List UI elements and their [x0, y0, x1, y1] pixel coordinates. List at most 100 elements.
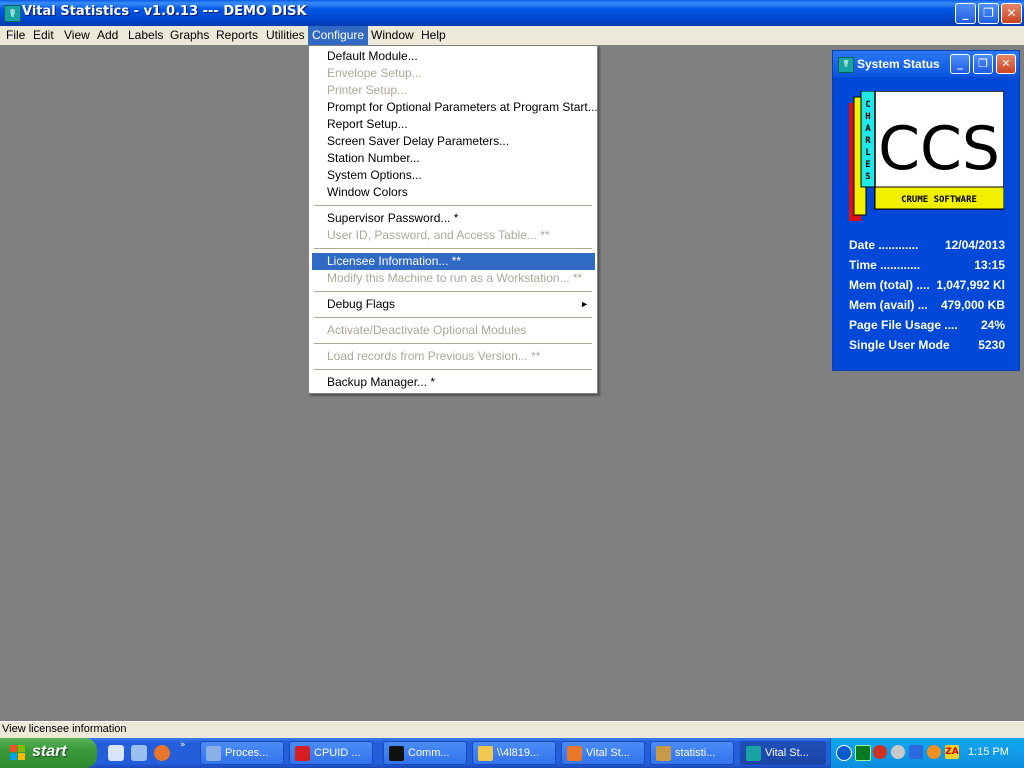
stat-label: Single User Mode [849, 338, 950, 352]
logo-vertical-text: CHARLES [865, 100, 871, 182]
stat-row-date: Date ............ 12/04/2013 [849, 235, 1005, 255]
task-vital-statistics[interactable]: Vital St... [740, 741, 826, 765]
menu-item-system-options[interactable]: System Options... [312, 167, 595, 184]
status-maximize-button[interactable]: ❐ [973, 54, 993, 74]
status-minimize-button[interactable]: _ [950, 54, 970, 74]
menu-item-window-colors[interactable]: Window Colors [312, 184, 595, 201]
debug-flags-label: Debug Flags [327, 297, 396, 311]
windows-flag-icon [10, 745, 25, 760]
tray-green-icon[interactable] [855, 745, 871, 761]
stat-value: 5230 [978, 338, 1005, 352]
tray-orange-icon[interactable] [927, 745, 941, 759]
menu-configure[interactable]: Configure [308, 26, 369, 45]
taskbar-clock: 1:15 PM [968, 746, 1009, 758]
menu-bar: File Edit View Add Labels Graphs Reports… [0, 26, 1024, 45]
stat-label: Mem (total) .... [849, 278, 930, 292]
menu-item-prompt-optional-params[interactable]: Prompt for Optional Parameters at Progra… [312, 99, 598, 116]
cpuid-icon [295, 746, 310, 761]
logo-banner-text: CRUME SOFTWARE [901, 195, 977, 205]
stat-row-time: Time ............ 13:15 [849, 255, 1005, 275]
window-title: Vital Statistics - v1.0.13 --- DEMO DISK [22, 4, 307, 19]
task-firefox[interactable]: Vital St... [561, 741, 645, 765]
system-status-title-bar[interactable]: ☤ System Status _ ❐ ✕ [833, 51, 1019, 77]
tray-cd-icon[interactable] [891, 745, 905, 759]
stat-label: Date ............ [849, 238, 919, 252]
start-button[interactable]: start [0, 738, 97, 768]
menu-item-user-id-password: User ID, Password, and Access Table... *… [327, 228, 550, 242]
caduceus-icon [746, 746, 761, 761]
menu-item-report-setup[interactable]: Report Setup... [312, 116, 595, 133]
quicklaunch-explorer-icon[interactable] [131, 745, 147, 761]
stat-value: 1,047,992 Kl [936, 278, 1005, 292]
menu-item-envelope-setup: Envelope Setup... [327, 66, 422, 80]
task-label: Comm... [408, 747, 450, 759]
minimize-button[interactable]: _ [955, 3, 976, 24]
menu-item-modify-workstation: Modify this Machine to run as a Workstat… [327, 271, 583, 285]
tray-red-icon[interactable] [873, 745, 887, 759]
stat-row-mem-total: Mem (total) .... 1,047,992 Kl [849, 275, 1005, 295]
menu-item-printer-setup: Printer Setup... [327, 83, 408, 97]
menu-utilities[interactable]: Utilities [262, 26, 309, 45]
task-label: CPUID ... [314, 747, 361, 759]
system-tray: ZA 1:15 PM [830, 738, 1024, 768]
stat-row-mem-avail: Mem (avail) ... 479,000 KB [849, 295, 1005, 315]
menu-item-default-module[interactable]: Default Module... [312, 48, 595, 65]
menu-separator [314, 291, 592, 292]
tray-zonealarm-icon[interactable]: ZA [945, 745, 959, 759]
menu-separator [314, 248, 592, 249]
process-icon [206, 746, 221, 761]
task-label: \\4l819... [497, 747, 540, 759]
system-stats: Date ............ 12/04/2013 Time ......… [849, 235, 1005, 355]
task-label: Vital St... [586, 747, 630, 759]
menu-item-activate-modules: Activate/Deactivate Optional Modules [327, 323, 527, 337]
menu-separator [314, 317, 592, 318]
menu-window[interactable]: Window [367, 26, 418, 45]
menu-file[interactable]: File [2, 26, 29, 45]
task-folder[interactable]: \\4l819... [472, 741, 556, 765]
task-label: Proces... [225, 747, 269, 759]
stat-row-user-mode: Single User Mode 5230 [849, 335, 1005, 355]
app-icon [656, 746, 671, 761]
submenu-arrow-icon: ► [580, 299, 589, 309]
folder-icon [478, 746, 493, 761]
taskbar: start » Proces... CPUID ... Comm... \\4l… [0, 738, 1024, 768]
menu-item-licensee-information[interactable]: Licensee Information... ** [312, 253, 595, 270]
quicklaunch-firefox-icon[interactable] [154, 745, 170, 761]
maximize-button[interactable]: ❐ [978, 3, 999, 24]
tray-expand-icon[interactable] [836, 745, 852, 761]
menu-item-debug-flags[interactable]: Debug Flags ► [312, 296, 595, 313]
menu-help[interactable]: Help [417, 26, 450, 45]
caduceus-icon[interactable]: ☤ [4, 5, 21, 22]
firefox-icon [567, 746, 582, 761]
menu-labels[interactable]: Labels [124, 26, 167, 45]
system-status-title: System Status [857, 57, 940, 71]
menu-graphs[interactable]: Graphs [166, 26, 213, 45]
task-statistics[interactable]: statisti... [650, 741, 734, 765]
task-process[interactable]: Proces... [200, 741, 284, 765]
menu-item-supervisor-password[interactable]: Supervisor Password... * [312, 210, 595, 227]
menu-reports[interactable]: Reports [212, 26, 262, 45]
stat-value: 12/04/2013 [944, 238, 1005, 252]
stat-value: 13:15 [974, 258, 1005, 272]
quicklaunch-desktop-icon[interactable] [108, 745, 124, 761]
menu-edit[interactable]: Edit [29, 26, 58, 45]
stat-value: 479,000 KB [940, 298, 1005, 312]
tray-blue-icon[interactable] [909, 745, 923, 759]
stat-row-page-file: Page File Usage .... 24% [849, 315, 1005, 335]
status-close-button[interactable]: ✕ [996, 54, 1016, 74]
menu-item-backup-manager[interactable]: Backup Manager... * [312, 374, 595, 391]
stat-label: Time ............ [849, 258, 921, 272]
menu-separator [314, 205, 592, 206]
task-cpuid[interactable]: CPUID ... [289, 741, 373, 765]
close-button[interactable]: ✕ [1001, 3, 1022, 24]
menu-item-station-number[interactable]: Station Number... [312, 150, 595, 167]
title-bar: ☤ Vital Statistics - v1.0.13 --- DEMO DI… [0, 0, 1024, 26]
quicklaunch-chevron-icon[interactable]: » [180, 740, 186, 750]
menu-view[interactable]: View [60, 26, 94, 45]
configure-menu: Default Module... Envelope Setup... Prin… [308, 45, 598, 394]
menu-add[interactable]: Add [93, 26, 122, 45]
task-command[interactable]: Comm... [383, 741, 467, 765]
caduceus-icon[interactable]: ☤ [838, 57, 854, 73]
menu-item-screen-saver-delay[interactable]: Screen Saver Delay Parameters... [312, 133, 595, 150]
stat-label: Mem (avail) ... [849, 298, 928, 312]
